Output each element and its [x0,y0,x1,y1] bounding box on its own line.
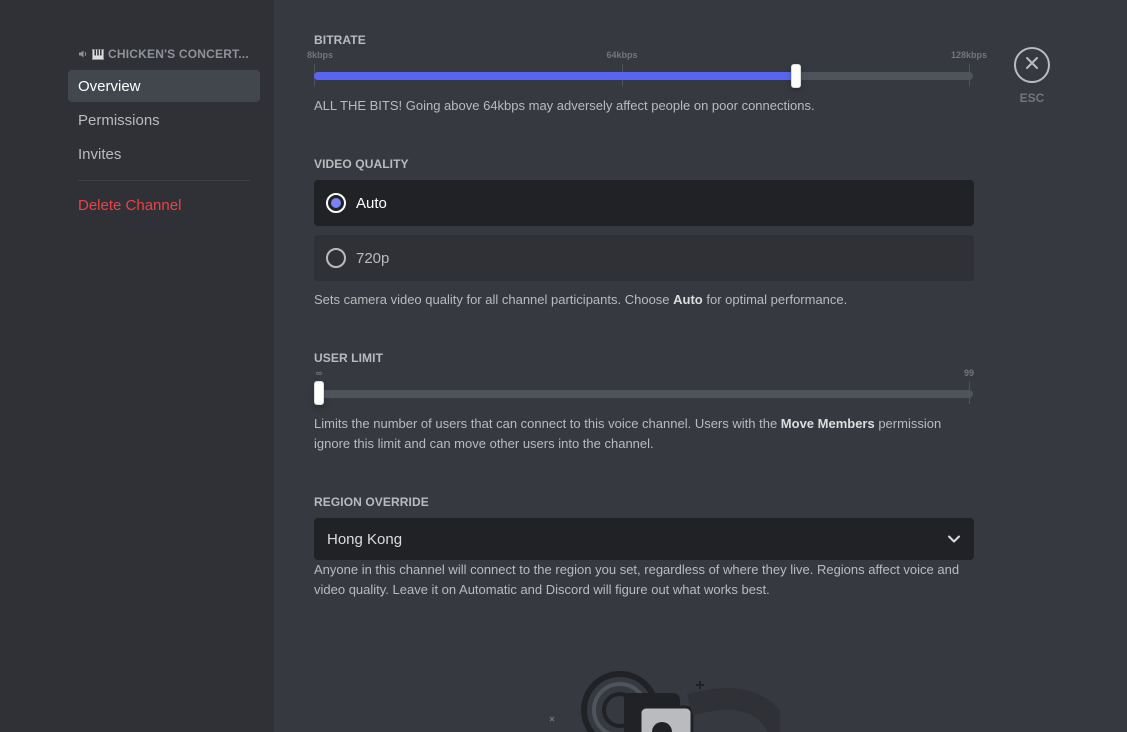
user-limit-help: Limits the number of users that can conn… [314,414,974,454]
piano-icon [92,48,104,60]
region-help: Anyone in this channel will connect to t… [314,562,960,597]
chevron-down-icon [947,531,961,548]
esc-label: ESC [1019,91,1045,105]
radio-checked-icon [326,193,346,213]
channel-name: CHICKEN'S CONCERT... [108,47,249,61]
bitrate-slider-fill [314,72,796,80]
sidebar-item-invites[interactable]: Invites [68,138,260,170]
speaker-icon [78,49,88,59]
sidebar: CHICKEN'S CONCERT... Overview Permission… [0,0,274,732]
region-override-title: REGION OVERRIDE [314,495,429,509]
radio-label: 720p [356,249,390,267]
sidebar-item-label: Invites [78,145,122,163]
region-selected-value: Hong Kong [327,530,403,548]
delete-channel-label: Delete Channel [78,196,182,214]
user-limit-slider[interactable] [314,390,973,398]
sidebar-divider [78,180,250,181]
sidebar-item-permissions[interactable]: Permissions [68,104,260,136]
sidebar-item-label: Overview [78,77,141,95]
sidebar-item-label: Permissions [78,111,160,129]
video-quality-option-720p[interactable]: 720p [314,235,974,281]
bitrate-tick-mid: 64kbps [606,50,638,60]
user-limit-tick-min: ∞ [315,368,323,378]
bitrate-slider[interactable] [314,72,973,80]
settings-content: BITRATE 8kbps 64kbps 128kbps ALL THE BIT… [307,0,987,732]
help-text: Sets camera video quality for all channe… [314,292,674,307]
bitrate-help: ALL THE BITS! Going above 64kbps may adv… [314,98,815,113]
help-bold-text: Auto [673,292,703,307]
close-button[interactable] [1014,47,1050,83]
bitrate-tick-min: 8kbps [306,50,334,60]
delete-channel-button[interactable]: Delete Channel [68,189,260,221]
video-quality-help: Sets camera video quality for all channe… [314,290,974,310]
help-text: Limits the number of users that can conn… [314,416,781,431]
help-text: for optimal performance. [702,292,848,307]
radio-label: Auto [356,194,387,212]
gear-illustration [540,665,791,732]
bitrate-tick-max: 128kbps [950,50,988,60]
user-limit-title: USER LIMIT [314,351,383,365]
close-icon [1025,56,1039,75]
help-bold-text: Move Members [780,416,875,431]
bitrate-title: BITRATE [314,33,366,47]
user-limit-tick-max: 99 [963,368,975,378]
bitrate-slider-thumb[interactable] [790,64,801,88]
close-area: ESC [1014,47,1050,105]
video-quality-option-auto[interactable]: Auto [314,180,974,226]
region-select[interactable]: Hong Kong [314,518,974,560]
sidebar-item-overview[interactable]: Overview [68,70,260,102]
user-limit-slider-thumb[interactable] [314,381,324,405]
radio-unchecked-icon [326,248,346,268]
video-quality-title: VIDEO QUALITY [314,157,409,171]
channel-header: CHICKEN'S CONCERT... [78,47,249,61]
